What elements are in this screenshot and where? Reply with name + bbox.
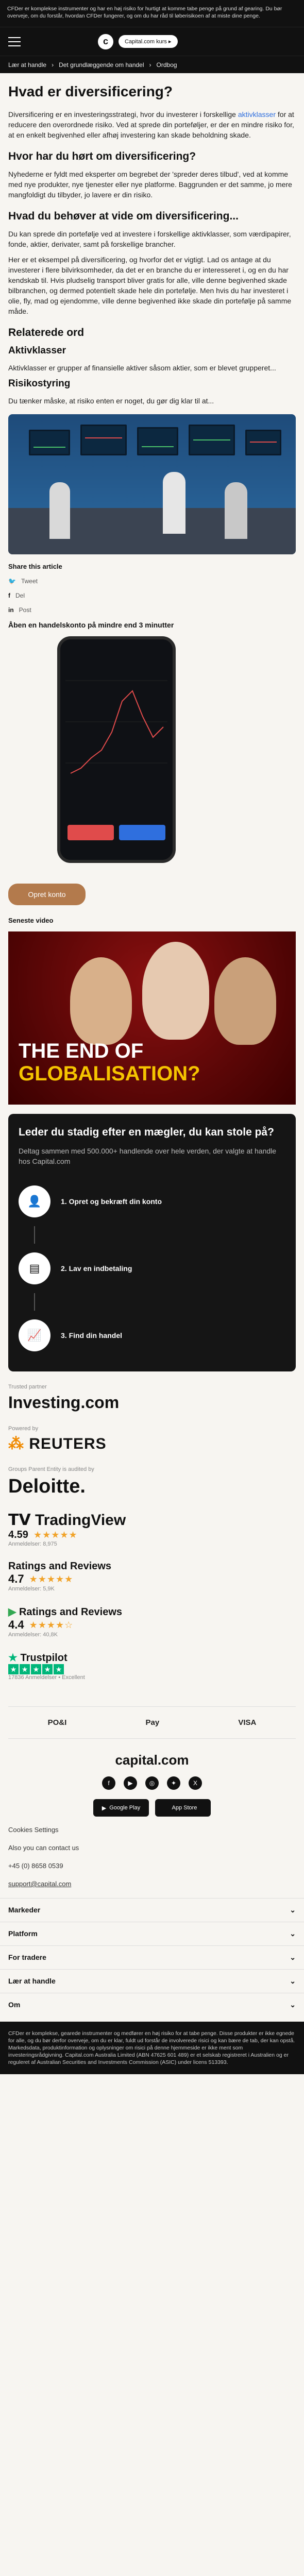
footer-accordion[interactable]: Markeder ⌄ [0,1898,304,1922]
app-promo [8,636,296,878]
open-account-button[interactable]: Opret konto [8,884,86,905]
facebook-icon: f [8,592,10,599]
promo-title: Åben en handelskonto på mindre end 3 min… [8,621,174,629]
x-icon[interactable]: X [189,1776,202,1790]
payment-logo: VISA [238,1718,257,1727]
support-email-link[interactable]: support@capital.com [8,1880,296,1888]
related-term-heading[interactable]: Aktivklasser [8,345,296,357]
footer-accordion[interactable]: Platform ⌄ [0,1922,304,1945]
breadcrumb-item[interactable]: Ordbog [157,61,177,69]
youtube-icon[interactable]: ▶ [124,1776,137,1790]
step-2: ▤ 2. Lav en indbetaling [19,1244,285,1293]
app-store-button[interactable]: App Store [155,1799,211,1817]
star-rating: ★★★★★ [29,1573,74,1584]
footer-accordion[interactable]: Lær at handle ⌄ [0,1969,304,1993]
trustpilot-stars: ★ ★ ★ ★ ★ [8,1664,296,1674]
audited-label: Groups Parent Entity is audited by [8,1466,94,1472]
chart-icon: 📈 [19,1319,50,1351]
linkedin-icon: in [8,606,14,614]
deloitte-logo: Deloitte. [8,1476,86,1497]
phone-mockup [57,636,176,863]
reddit-icon[interactable]: ✦ [167,1776,180,1790]
breadcrumb-item[interactable]: Lær at handle [8,61,46,69]
footer-logo[interactable]: capital.com [0,1739,304,1768]
broker-box-subtitle: Deltag sammen med 500.000+ handlende ove… [19,1147,277,1165]
paragraph: Nyhederne er fyldt med eksperter om begr… [8,170,292,199]
footer: capital.com f ▶ ◎ ✦ X ▶ Google Play App S… [0,1739,304,2074]
google-play-icon: ▶ [102,1805,107,1811]
investing-logo: Investing.com [8,1393,120,1412]
tradingview-logo: 𝗧𝗩 TradingView [8,1512,126,1529]
section-heading: Hvor har du hørt om diversificering? [8,150,196,162]
breadcrumb-separator: › [149,61,151,69]
breadcrumb-separator: › [52,61,54,69]
payment-logo: Pay [145,1718,160,1727]
footer-accordion[interactable]: For tradere ⌄ [0,1945,304,1969]
related-term-text: Du tænker måske, at risiko enten er noge… [8,397,214,405]
section-heading: Relaterede ord [8,327,85,338]
paragraph: Her er et eksempel på diversificering, o… [8,256,292,315]
tradingview-rating: 𝗧𝗩 TradingView 4.59 ★★★★★ Anmeldelser: 8,… [8,1511,296,1547]
trustpilot-rating: ★ Trustpilot ★ ★ ★ ★ ★ 17836 Anmeldelser • E… [8,1651,296,1681]
star-rating: ★★★★☆ [29,1619,74,1630]
chevron-down-icon: ⌄ [290,1906,296,1914]
intro-paragraph: Diversificering er en investeringsstrate… [8,110,294,139]
twitter-icon: 🐦 [8,578,16,585]
latest-video-thumbnail[interactable]: THE END OF GLOBALISATION? [8,931,296,1105]
wallet-icon: ▤ [19,1252,50,1284]
apple-ratings-title: Ratings and Reviews [8,1561,112,1572]
page-title: Hvad er diversificering? [8,83,173,99]
powered-label: Powered by [8,1426,39,1432]
menu-icon[interactable] [8,37,21,46]
google-play-button[interactable]: ▶ Google Play [93,1799,149,1817]
chevron-down-icon: ⌄ [290,1929,296,1938]
chevron-down-icon: ⌄ [290,1953,296,1961]
chevron-down-icon: ⌄ [290,2001,296,2009]
star-rating: ★★★★★ [33,1530,78,1540]
share-facebook[interactable]: f Del [8,592,296,599]
apple-rating: Ratings and Reviews 4.7 ★★★★★ Anmeldelser… [8,1561,296,1592]
header-cta-button[interactable]: Capital.com kurs ▸ [119,35,178,48]
reuters-logo: ⁂ REUTERS [8,1435,107,1452]
paragraph: Du kan sprede din portefølje ved at inve… [8,230,291,248]
trading-floor-illustration [8,414,296,554]
contact-label: Also you can contact us [8,1844,79,1852]
partners-section: Trusted partner Investing.com Powered by… [0,1371,304,1706]
section-heading: Hvad du behøver at vide om diversificeri… [8,210,239,222]
logo[interactable]: c [98,33,113,49]
footer-accordion[interactable]: Om ⌄ [0,1993,304,2016]
share-linkedin[interactable]: in Post [8,606,296,614]
payment-methods: PO&I Pay VISA [8,1706,296,1739]
instagram-icon[interactable]: ◎ [145,1776,159,1790]
phone-link[interactable]: +45 (0) 8658 0539 [8,1862,296,1870]
cookies-settings-link[interactable]: Cookies Settings [8,1826,296,1834]
trusted-label: Trusted partner [8,1384,47,1390]
site-header: c Capital.com kurs ▸ [0,27,304,56]
aktivklasser-link[interactable]: aktivklasser [238,110,276,118]
related-term-heading[interactable]: Risikostyring [8,378,296,389]
step-1: 👤 1. Opret og bekræft din konto [19,1177,285,1226]
article: Hvad er diversificering? Diversificering… [0,73,304,1371]
google-play-icon: ▶ [8,1606,16,1618]
breadcrumb: Lær at handle › Det grundlæggende om han… [0,56,304,73]
step-3: 📈 3. Find din handel [19,1311,285,1360]
broker-trust-box: Leder du stadig efter en mægler, du kan … [8,1114,296,1371]
video-headline: THE END OF GLOBALISATION? [19,1040,200,1085]
risk-warning-top: CFDer er komplekse instrumenter og har e… [0,0,304,27]
facebook-icon[interactable]: f [102,1776,115,1790]
video-section-title: Seneste video [8,917,54,924]
payment-logo: PO&I [47,1718,67,1727]
user-add-icon: 👤 [19,1185,50,1217]
google-rating: ▶ Ratings and Reviews 4.4 ★★★★☆ Anmeldels… [8,1605,296,1638]
risk-warning-bottom: CFDer er komplekse, gearede instrumenter… [0,2022,304,2074]
broker-box-title: Leder du stadig efter en mægler, du kan … [19,1126,274,1138]
related-term-text: Aktivklasser er grupper af finansielle a… [8,364,276,372]
share-twitter[interactable]: 🐦 Tweet [8,578,296,585]
chevron-down-icon: ⌄ [290,1977,296,1985]
breadcrumb-item[interactable]: Det grundlæggende om handel [59,61,144,69]
phone-chart [60,639,173,860]
share-title: Share this article [8,563,62,570]
google-ratings-title: ▶ Ratings and Reviews [8,1606,123,1618]
